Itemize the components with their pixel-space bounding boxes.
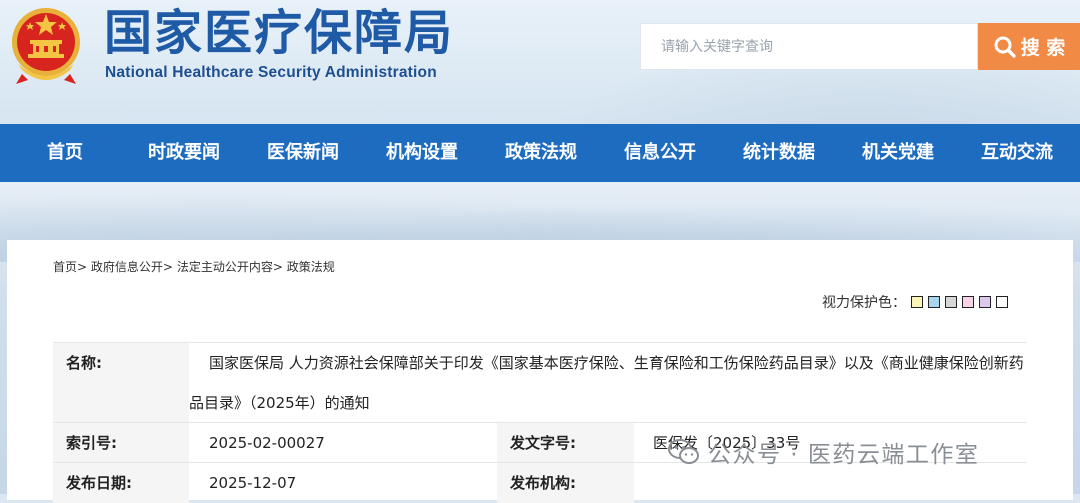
breadcrumb-home[interactable]: 首页	[53, 260, 77, 274]
content-panel: 首页> 政府信息公开> 法定主动公开内容> 政策法规 视力保护色： 名称: 国家…	[7, 240, 1073, 503]
nav-item-party-building[interactable]: 机关党建	[862, 124, 934, 182]
eye-care-color-picker: 视力保护色：	[822, 292, 1008, 312]
breadcrumb-statutory-disclosure[interactable]: 法定主动公开内容	[177, 260, 273, 274]
breadcrumb-separator: >	[77, 260, 88, 274]
site-title[interactable]: 国家医疗保障局	[104, 4, 454, 62]
site-subtitle: National Healthcare Security Administrat…	[105, 64, 437, 81]
swatch-purple[interactable]	[979, 296, 991, 308]
swatch-white[interactable]	[996, 296, 1008, 308]
nav-item-disclosure[interactable]: 信息公开	[624, 124, 696, 182]
nav-item-statistics[interactable]: 统计数据	[743, 124, 815, 182]
info-label-date: 发布日期:	[53, 463, 189, 503]
nav-item-policies[interactable]: 政策法规	[505, 124, 577, 182]
search-input[interactable]	[641, 24, 961, 69]
site-header: 国家医疗保障局 National Healthcare Security Adm…	[0, 0, 1080, 124]
info-value-index: 2025-02-00027	[209, 434, 325, 452]
info-value-date: 2025-12-07	[209, 474, 297, 492]
breadcrumb-policies[interactable]: 政策法规	[287, 260, 335, 274]
info-row-name: 名称: 国家医保局 人力资源社会保障部关于印发《国家基本医疗保险、生育保险和工伤…	[53, 342, 1027, 423]
eye-care-label: 视力保护色：	[822, 295, 906, 311]
nav-item-organization[interactable]: 机构设置	[386, 124, 458, 182]
search-icon	[994, 36, 1016, 58]
breadcrumb-separator: >	[272, 260, 283, 274]
nav-item-healthcare-news[interactable]: 医保新闻	[267, 124, 339, 182]
search-button-label: 搜 索	[1020, 37, 1066, 59]
swatch-yellow[interactable]	[911, 296, 923, 308]
national-emblem-icon[interactable]	[8, 4, 84, 86]
breadcrumb-separator: >	[162, 260, 173, 274]
main-nav: 首页 时政要闻 医保新闻 机构设置 政策法规 信息公开 统计数据 机关党建 互动…	[0, 124, 1080, 182]
swatch-pink[interactable]	[962, 296, 974, 308]
info-label-doc-no: 发文字号:	[497, 423, 634, 463]
nav-item-current-affairs[interactable]: 时政要闻	[148, 124, 220, 182]
info-label-index: 索引号:	[53, 423, 189, 463]
info-row-date: 发布日期: 2025-12-07 发布机构:	[53, 462, 1027, 503]
breadcrumb-gov-info[interactable]: 政府信息公开	[91, 260, 163, 274]
info-value-doc-no: 医保发〔2025〕33号	[653, 434, 801, 452]
info-label-org: 发布机构:	[497, 463, 634, 503]
swatch-gray[interactable]	[945, 296, 957, 308]
nav-item-home[interactable]: 首页	[47, 124, 83, 182]
info-row-index: 索引号: 2025-02-00027 发文字号: 医保发〔2025〕33号	[53, 422, 1027, 463]
nav-item-interaction[interactable]: 互动交流	[981, 124, 1053, 182]
search-button[interactable]: 搜 索	[978, 23, 1080, 70]
document-title: 国家医保局 人力资源社会保障部关于印发《国家基本医疗保险、生育保险和工伤保险药品…	[189, 354, 1024, 412]
info-label-name: 名称:	[53, 343, 189, 423]
swatch-blue[interactable]	[928, 296, 940, 308]
breadcrumb: 首页> 政府信息公开> 法定主动公开内容> 政策法规	[53, 258, 335, 275]
search-box	[640, 23, 978, 70]
